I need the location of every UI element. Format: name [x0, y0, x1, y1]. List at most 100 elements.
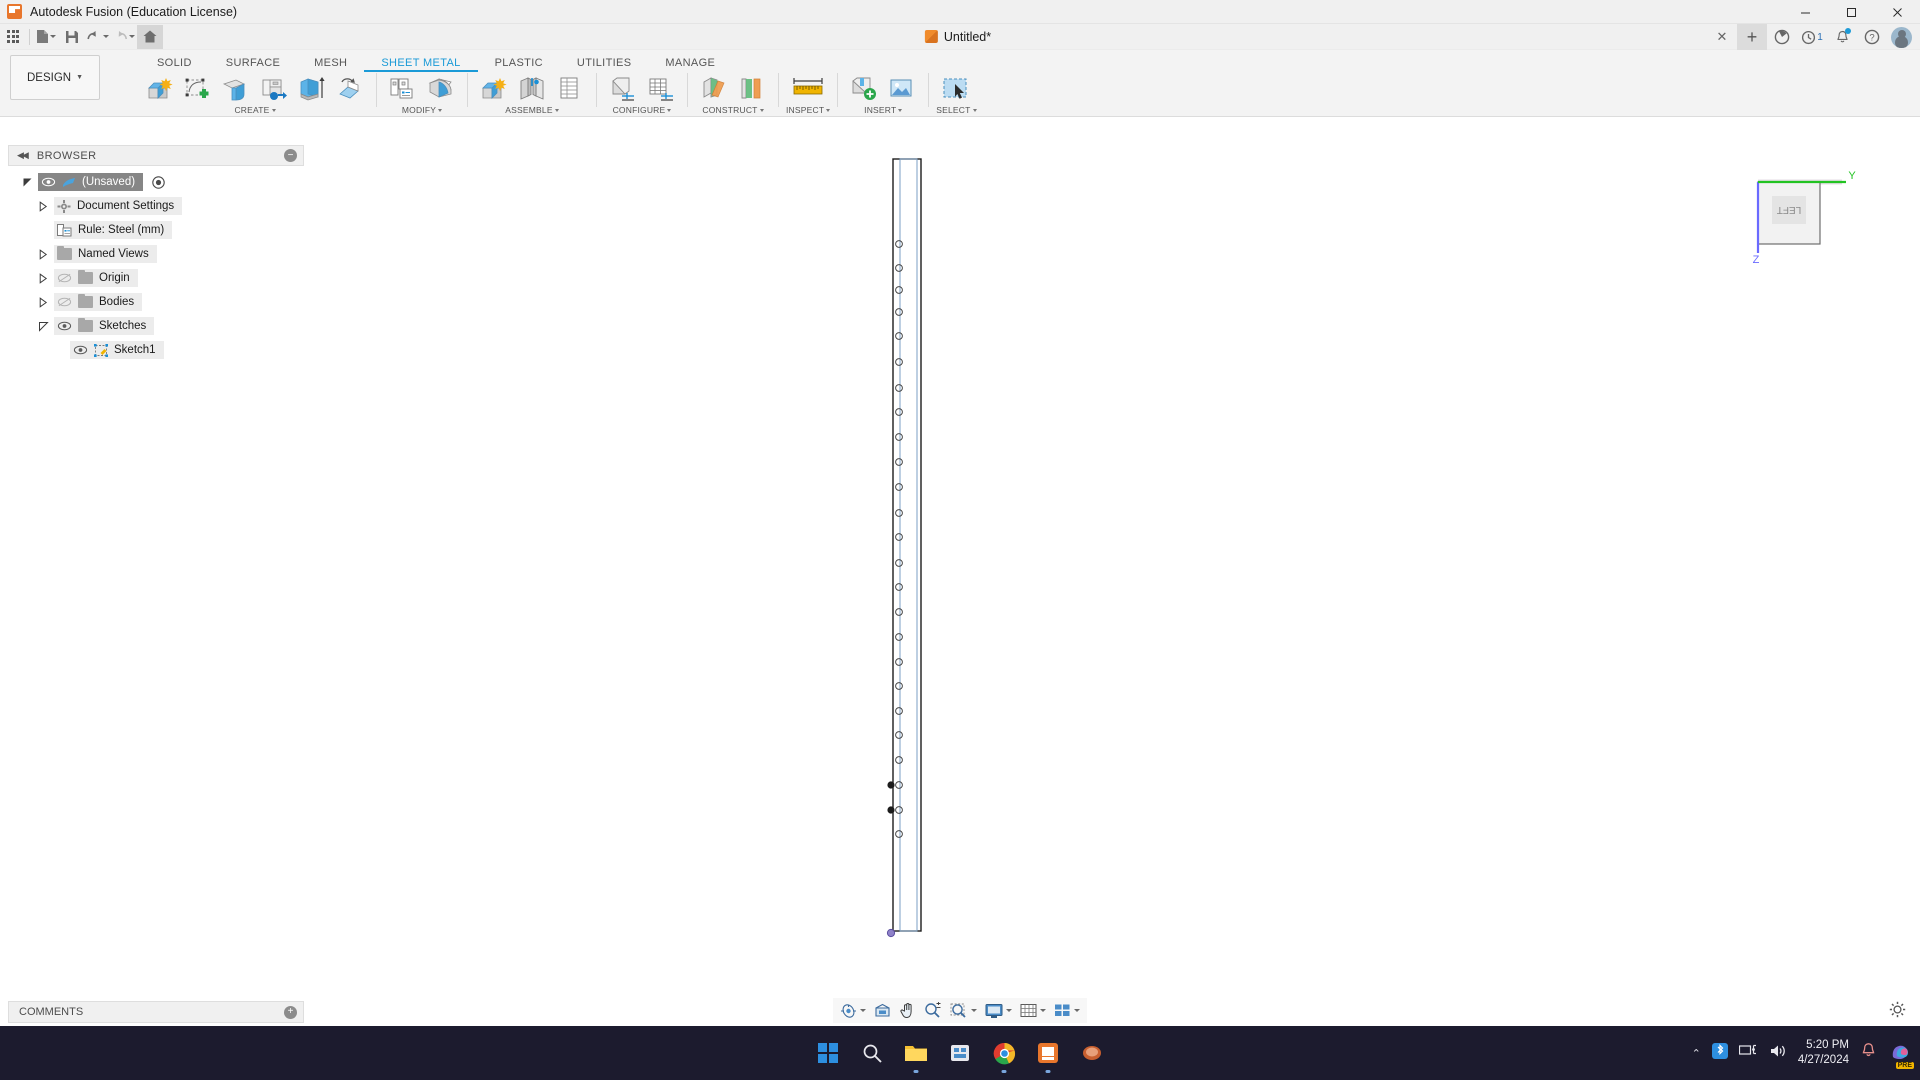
grid-snaps-button[interactable] [1017, 1000, 1049, 1022]
redo-button[interactable] [111, 25, 137, 49]
insert-mcmaster-icon[interactable] [845, 73, 883, 105]
minimize-button[interactable] [1782, 0, 1828, 24]
tree-item-sketch1[interactable]: Sketch1 [8, 338, 304, 362]
help-icon[interactable]: ? [1857, 24, 1887, 50]
timeline-settings-gear-icon[interactable] [1889, 1001, 1906, 1023]
visibility-hidden-icon[interactable] [57, 272, 72, 284]
bend-icon[interactable] [422, 73, 460, 105]
configuration-table-icon[interactable] [642, 73, 680, 105]
file-explorer[interactable] [903, 1040, 929, 1073]
close-button[interactable] [1874, 0, 1920, 24]
sheet-metal-rules-icon[interactable] [384, 73, 422, 105]
document-tab[interactable]: Untitled* [915, 24, 1005, 50]
comments-panel-header[interactable]: COMMENTS + [8, 1001, 304, 1023]
other-app[interactable] [1079, 1040, 1105, 1066]
extrude-sheet-icon[interactable] [293, 73, 331, 105]
tray-expand-chevron[interactable]: ⌃ [1692, 1047, 1701, 1060]
network-icon[interactable] [1738, 1043, 1758, 1064]
contour-flange-icon[interactable] [255, 73, 293, 105]
plane-along-path-icon[interactable] [733, 73, 771, 105]
joint-icon[interactable] [513, 73, 551, 105]
panel-construct-label[interactable]: CONSTRUCT [702, 105, 764, 115]
tab-mesh[interactable]: MESH [297, 50, 364, 72]
close-tab-button[interactable]: ✕ [1707, 24, 1737, 50]
create-sketch-icon[interactable] [179, 73, 217, 105]
select-cursor-icon[interactable] [937, 73, 975, 105]
tab-manage[interactable]: MANAGE [648, 50, 732, 72]
bluetooth-icon[interactable] [1711, 1042, 1728, 1064]
tree-item-rule-steel[interactable]: Rule: Steel (mm) [8, 218, 304, 242]
pan-button[interactable] [896, 1000, 919, 1022]
panel-insert-label[interactable]: INSERT [864, 105, 903, 115]
extension-icon[interactable] [1767, 24, 1797, 50]
configure-design-icon[interactable] [604, 73, 642, 105]
tree-item-sketches[interactable]: Sketches [8, 314, 304, 338]
tab-surface[interactable]: SURFACE [209, 50, 297, 72]
start-button[interactable] [815, 1040, 841, 1066]
tab-plastic[interactable]: PLASTIC [478, 50, 560, 72]
visibility-eye-icon[interactable] [57, 320, 72, 332]
minus-circle-icon[interactable]: − [284, 149, 297, 162]
job-status-icon[interactable]: 1 [1797, 24, 1827, 50]
unfold-icon[interactable] [331, 73, 369, 105]
zoom-window-button[interactable] [947, 1000, 980, 1022]
tree-item-bodies[interactable]: Bodies [8, 290, 304, 314]
taskbar-clock[interactable]: 5:20 PM 4/27/2024 [1798, 1038, 1849, 1068]
zoom-button[interactable] [921, 1000, 945, 1022]
measure-icon[interactable] [789, 73, 827, 105]
panel-select-label[interactable]: SELECT [936, 105, 977, 115]
tree-item-origin[interactable]: Origin [8, 266, 304, 290]
view-cube[interactable]: LEFT Y Z [1750, 160, 1860, 266]
canvas-image-icon[interactable] [883, 73, 921, 105]
notifications-bell-icon[interactable] [1827, 24, 1857, 50]
save-button[interactable] [59, 25, 85, 49]
store-app[interactable] [947, 1040, 973, 1066]
undo-button[interactable] [85, 25, 111, 49]
new-component-icon[interactable] [475, 73, 513, 105]
panel-assemble-label[interactable]: ASSEMBLE [505, 105, 559, 115]
expander-collapsed-icon[interactable] [38, 272, 49, 284]
viewports-button[interactable] [1051, 1000, 1083, 1022]
panel-inspect-label[interactable]: INSPECT [786, 105, 831, 115]
joint-origin-icon[interactable] [551, 73, 589, 105]
expander-collapsed-icon[interactable] [38, 248, 49, 260]
visibility-eye-icon[interactable] [73, 344, 88, 356]
expander-collapsed-icon[interactable] [38, 296, 49, 308]
flange-icon[interactable] [217, 73, 255, 105]
avatar[interactable] [1891, 26, 1912, 48]
expander-expanded-icon[interactable] [22, 177, 33, 188]
expander-expanded-icon[interactable] [38, 321, 49, 332]
app-grid-button[interactable] [0, 25, 26, 49]
search-button[interactable] [859, 1040, 885, 1066]
offset-plane-icon[interactable] [695, 73, 733, 105]
copilot-icon[interactable]: PRE [1888, 1039, 1914, 1069]
new-document-button[interactable] [33, 25, 59, 49]
maximize-button[interactable] [1828, 0, 1874, 24]
activate-radio-icon[interactable] [152, 175, 165, 189]
tab-sheet-metal[interactable]: SHEET METAL [364, 50, 478, 72]
chrome-browser[interactable] [991, 1040, 1017, 1073]
panel-modify-label[interactable]: MODIFY [402, 105, 443, 115]
tree-item-unsaved[interactable]: (Unsaved) [8, 170, 304, 194]
visibility-hidden-icon[interactable] [57, 296, 72, 308]
workspace-switcher[interactable]: DESIGN ▼ [10, 55, 100, 100]
tree-item-document-settings[interactable]: Document Settings [8, 194, 304, 218]
visibility-eye-icon[interactable] [41, 176, 56, 188]
fusion-app[interactable] [1035, 1040, 1061, 1073]
panel-create-label[interactable]: CREATE [234, 105, 276, 115]
create-sketch-new-component-icon[interactable] [141, 73, 179, 105]
expander-collapsed-icon[interactable] [38, 200, 49, 212]
tab-solid[interactable]: SOLID [140, 50, 209, 72]
volume-icon[interactable] [1769, 1043, 1787, 1064]
collapse-left-icon[interactable]: ◀◀ [17, 150, 29, 161]
look-at-button[interactable] [871, 1000, 894, 1022]
plus-circle-icon[interactable]: + [284, 1005, 297, 1019]
home-button[interactable] [137, 24, 163, 49]
tab-utilities[interactable]: UTILITIES [560, 50, 649, 72]
orbit-button[interactable] [837, 1000, 869, 1022]
panel-configure-label[interactable]: CONFIGURE [613, 105, 672, 115]
new-tab-button[interactable]: + [1737, 24, 1767, 50]
display-settings-button[interactable] [982, 1000, 1015, 1022]
tree-item-named-views[interactable]: Named Views [8, 242, 304, 266]
tray-bell-icon[interactable] [1860, 1042, 1877, 1064]
